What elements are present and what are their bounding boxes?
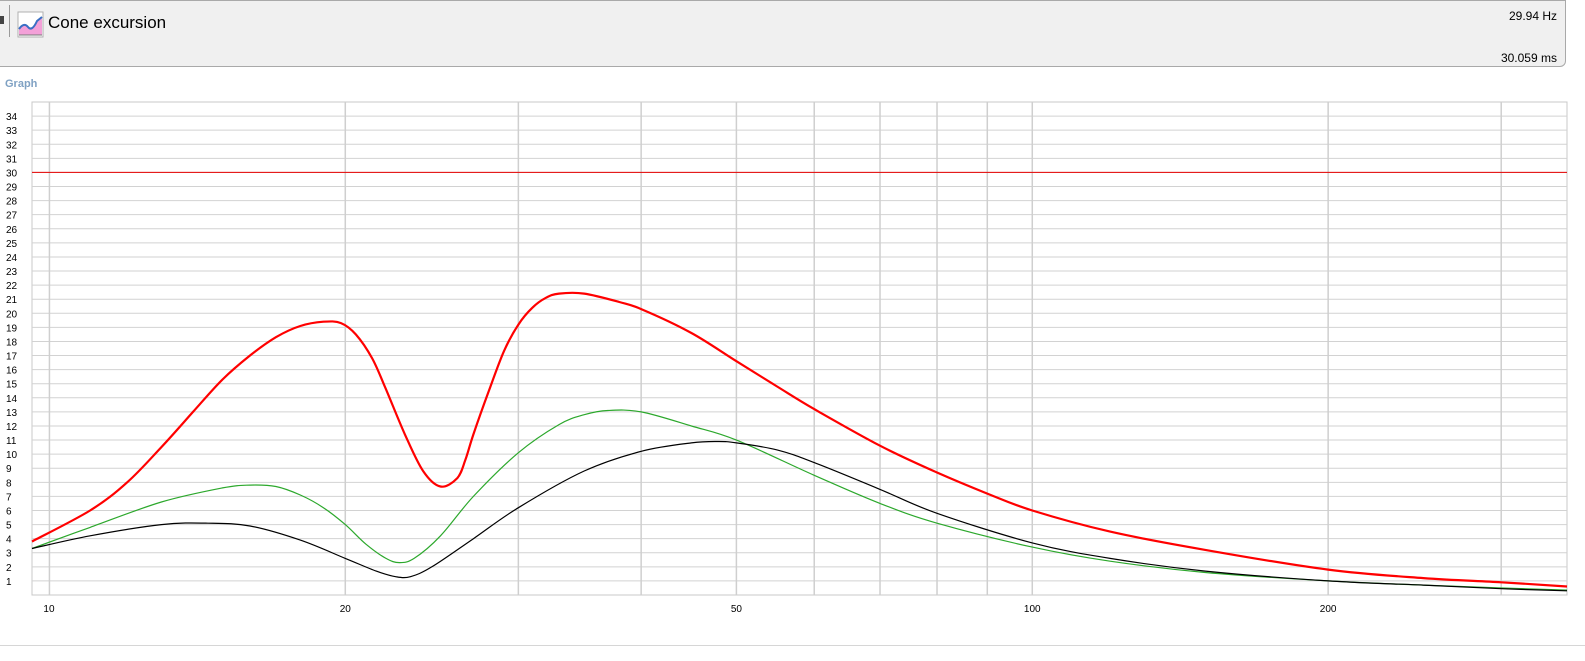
y-tick-label: 34 bbox=[6, 112, 18, 123]
y-tick-label: 19 bbox=[6, 323, 18, 334]
y-tick-label: 18 bbox=[6, 337, 18, 348]
cone-excursion-chart[interactable]: 1234567891011121314151617181920212223242… bbox=[0, 95, 1585, 620]
x-tick-label: 100 bbox=[1024, 604, 1041, 615]
x-tick-label: 20 bbox=[340, 604, 352, 615]
section-label-graph: Graph bbox=[5, 78, 38, 90]
x-tick-label: 200 bbox=[1320, 604, 1337, 615]
y-tick-label: 13 bbox=[6, 408, 18, 419]
y-tick-label: 21 bbox=[6, 295, 18, 306]
y-tick-label: 29 bbox=[6, 183, 18, 194]
y-tick-label: 10 bbox=[6, 450, 18, 461]
collapse-arrow-icon[interactable] bbox=[0, 16, 4, 24]
frequency-readout: 29.94 Hz bbox=[1508, 9, 1557, 23]
y-tick-label: 31 bbox=[6, 154, 18, 165]
y-tick-label: 15 bbox=[6, 380, 18, 391]
readout-header: Cone excursion 29.94 Hz 30.059 ms bbox=[0, 0, 1566, 67]
footer-divider bbox=[0, 645, 1585, 646]
time-readout: 30.059 ms bbox=[1500, 51, 1557, 65]
graph-title: Cone excursion bbox=[48, 13, 167, 32]
y-tick-label: 33 bbox=[6, 126, 18, 137]
y-tick-label: 16 bbox=[6, 366, 18, 377]
graph-icon bbox=[17, 11, 44, 38]
y-tick-label: 27 bbox=[6, 211, 18, 222]
y-tick-label: 22 bbox=[6, 281, 18, 292]
y-tick-label: 2 bbox=[6, 563, 12, 574]
y-tick-label: 4 bbox=[6, 535, 12, 546]
y-tick-label: 8 bbox=[6, 478, 12, 489]
plot-area bbox=[31, 101, 1568, 596]
y-tick-label: 14 bbox=[6, 394, 18, 405]
y-tick-label: 9 bbox=[6, 464, 12, 475]
y-tick-label: 25 bbox=[6, 239, 18, 250]
y-tick-label: 12 bbox=[6, 422, 18, 433]
y-tick-label: 32 bbox=[6, 140, 18, 151]
y-tick-label: 17 bbox=[6, 352, 18, 363]
y-tick-label: 26 bbox=[6, 225, 18, 236]
y-tick-label: 1 bbox=[6, 577, 12, 588]
header-divider bbox=[9, 5, 10, 37]
y-tick-label: 3 bbox=[6, 549, 12, 560]
y-tick-label: 5 bbox=[6, 521, 12, 532]
y-tick-label: 11 bbox=[6, 436, 17, 447]
x-tick-label: 50 bbox=[731, 604, 743, 615]
y-tick-label: 6 bbox=[6, 506, 12, 517]
y-tick-label: 23 bbox=[6, 267, 18, 278]
y-tick-label: 20 bbox=[6, 309, 18, 320]
y-tick-label: 24 bbox=[6, 253, 18, 264]
y-tick-label: 7 bbox=[6, 492, 12, 503]
y-tick-label: 30 bbox=[6, 168, 18, 179]
y-tick-label: 28 bbox=[6, 197, 18, 208]
x-tick-label: 10 bbox=[43, 604, 55, 615]
